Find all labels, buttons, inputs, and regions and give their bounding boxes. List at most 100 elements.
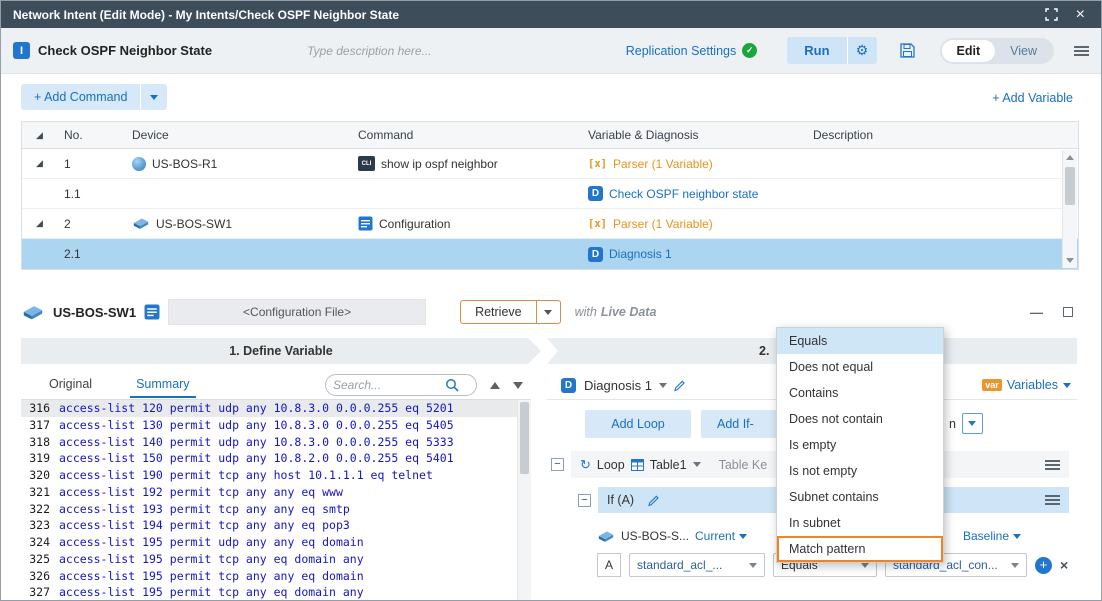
- intent-toolbar: I Check OSPF Neighbor State Replication …: [1, 28, 1101, 74]
- line-number: 323: [21, 517, 59, 534]
- loop-menu-icon[interactable]: [1045, 460, 1060, 470]
- replication-settings-link[interactable]: Replication Settings: [626, 44, 736, 58]
- retrieve-button[interactable]: Retrieve: [461, 301, 536, 323]
- operator-menu-item[interactable]: Match pattern: [777, 536, 943, 562]
- chevron-down-icon: [1011, 563, 1019, 568]
- collapse-if-icon[interactable]: −: [578, 494, 591, 507]
- search-input[interactable]: [333, 378, 445, 392]
- command-table: ◢ No. Device Command Variable & Diagnosi…: [21, 121, 1079, 270]
- close-window-icon[interactable]: ×: [1076, 7, 1085, 23]
- delete-condition-icon[interactable]: ×: [1060, 557, 1068, 573]
- code-line: 327 access-list 195 permit tcp any eq do…: [21, 584, 531, 600]
- description-cell: [807, 239, 1078, 269]
- line-text: access-list 195 permit tcp any eq domain…: [59, 551, 364, 568]
- scroll-up-icon[interactable]: [1066, 155, 1074, 160]
- diagnosis-dropdown-caret[interactable]: [659, 383, 667, 388]
- code-line: 323 access-list 194 permit tcp any any e…: [21, 517, 531, 534]
- parser-link[interactable]: Parser (1 Variable): [613, 217, 713, 231]
- code-line: 319 access-list 150 permit udp any 10.8.…: [21, 450, 531, 467]
- command-row-1[interactable]: ◢ 1 US-BOS-R1 CLIshow ip ospf neighbor […: [22, 149, 1078, 179]
- table-select[interactable]: Table1: [650, 458, 687, 472]
- chevron-down-icon: [1013, 534, 1021, 539]
- operator-menu-item[interactable]: Does not equal: [777, 354, 943, 380]
- code-scrollbar[interactable]: [517, 400, 531, 600]
- add-condition-icon[interactable]: +: [1035, 557, 1052, 574]
- retrieve-caret[interactable]: [536, 301, 560, 323]
- find-next-icon[interactable]: [513, 382, 523, 389]
- collapse-panel-icon[interactable]: —: [1030, 305, 1043, 320]
- parser-icon: [x]: [588, 158, 607, 170]
- table-scrollbar[interactable]: [1062, 150, 1077, 268]
- configuration-file-selector[interactable]: <Configuration File>: [168, 299, 426, 325]
- edit-toggle-button[interactable]: Edit: [942, 40, 996, 62]
- row-number: 2.1: [58, 239, 126, 269]
- run-settings-gear-icon[interactable]: ⚙: [847, 37, 877, 64]
- line-text: access-list 195 permit tcp any any eq do…: [59, 568, 364, 585]
- operator-menu-item[interactable]: Subnet contains: [777, 484, 943, 510]
- expand-row-icon[interactable]: ◢: [36, 159, 43, 168]
- diagnosis-link[interactable]: Diagnosis 1: [609, 247, 672, 261]
- code-line: 322 access-list 193 permit tcp any any e…: [21, 501, 531, 518]
- if-menu-icon[interactable]: [1045, 495, 1060, 505]
- line-number: 325: [21, 551, 59, 568]
- operator-menu-item[interactable]: Is not empty: [777, 458, 943, 484]
- current-select[interactable]: Current: [695, 529, 747, 543]
- operator-menu-item[interactable]: Contains: [777, 380, 943, 406]
- operator-menu-item[interactable]: In subnet: [777, 510, 943, 536]
- expand-panel-icon[interactable]: [1063, 307, 1073, 317]
- find-previous-icon[interactable]: [490, 382, 500, 389]
- window-title: Network Intent (Edit Mode) - My Intents/…: [13, 8, 399, 22]
- variables-dropdown[interactable]: var Variables: [982, 378, 1071, 392]
- code-line: 321 access-list 192 permit tcp any any e…: [21, 484, 531, 501]
- device-name: US-BOS-R1: [152, 157, 217, 171]
- hamburger-icon: [1074, 46, 1089, 56]
- add-command-caret[interactable]: [140, 84, 167, 110]
- step-2-label: 2.: [759, 344, 769, 358]
- with-live-data-label: withLive Data: [575, 305, 657, 319]
- run-button[interactable]: Run: [787, 37, 846, 64]
- expand-row-icon[interactable]: ◢: [36, 219, 43, 228]
- line-number: 320: [21, 467, 59, 484]
- add-variable-link[interactable]: + Add Variable: [992, 91, 1073, 105]
- line-number: 319: [21, 450, 59, 467]
- description-cell: [807, 179, 1078, 208]
- edit-if-icon[interactable]: [647, 494, 660, 507]
- line-number: 321: [21, 484, 59, 501]
- operator-menu-item[interactable]: Does not contain: [777, 406, 943, 432]
- left-operand-select[interactable]: standard_acl_...: [629, 553, 765, 577]
- add-command-button[interactable]: + Add Command: [21, 84, 140, 110]
- parser-link[interactable]: Parser (1 Variable): [613, 157, 713, 171]
- dropdown-caret-button[interactable]: [962, 413, 983, 434]
- tab-summary[interactable]: Summary: [130, 372, 195, 398]
- partial-button-label[interactable]: n: [949, 417, 956, 431]
- collapse-loop-icon[interactable]: −: [551, 458, 564, 471]
- baseline-select[interactable]: Baseline: [963, 529, 1021, 543]
- operator-menu-item[interactable]: Is empty: [777, 432, 943, 458]
- operator-menu-item[interactable]: Equals: [777, 328, 943, 354]
- diagnosis-row-2-1-selected[interactable]: 2.1 DDiagnosis 1: [22, 239, 1078, 269]
- diagnosis-link[interactable]: Check OSPF neighbor state: [609, 187, 758, 201]
- expand-all-icon[interactable]: ◢: [36, 131, 43, 140]
- line-number: 317: [21, 417, 59, 434]
- tab-original[interactable]: Original: [43, 372, 98, 398]
- line-text: access-list 195 permit tcp any eq domain…: [59, 584, 364, 600]
- code-scrollbar-thumb[interactable]: [520, 402, 529, 474]
- code-line: 320 access-list 190 permit tcp any host …: [21, 467, 531, 484]
- search-icon[interactable]: [445, 378, 459, 392]
- scrollbar-thumb[interactable]: [1065, 167, 1075, 205]
- diagnosis-row-1-1[interactable]: 1.1 DCheck OSPF neighbor state: [22, 179, 1078, 209]
- maximize-window-icon[interactable]: [1045, 8, 1058, 21]
- more-menu-button[interactable]: [1074, 46, 1089, 56]
- scroll-down-icon[interactable]: [1066, 258, 1074, 263]
- retrieve-split-button: Retrieve: [460, 300, 561, 324]
- save-icon[interactable]: [899, 42, 916, 59]
- description-input[interactable]: [307, 44, 557, 58]
- edit-diagnosis-icon[interactable]: [673, 379, 686, 392]
- intent-name: Check OSPF Neighbor State: [38, 43, 212, 58]
- add-loop-button[interactable]: Add Loop: [585, 410, 691, 438]
- configuration-text-viewer: 316 access-list 120 permit udp any 10.8.…: [21, 400, 531, 600]
- table-select-caret[interactable]: [693, 462, 701, 467]
- chevron-down-icon: [861, 563, 869, 568]
- view-toggle-button[interactable]: View: [995, 40, 1052, 62]
- command-row-2[interactable]: ◢ 2 US-BOS-SW1 Configuration [x]Parser (…: [22, 209, 1078, 239]
